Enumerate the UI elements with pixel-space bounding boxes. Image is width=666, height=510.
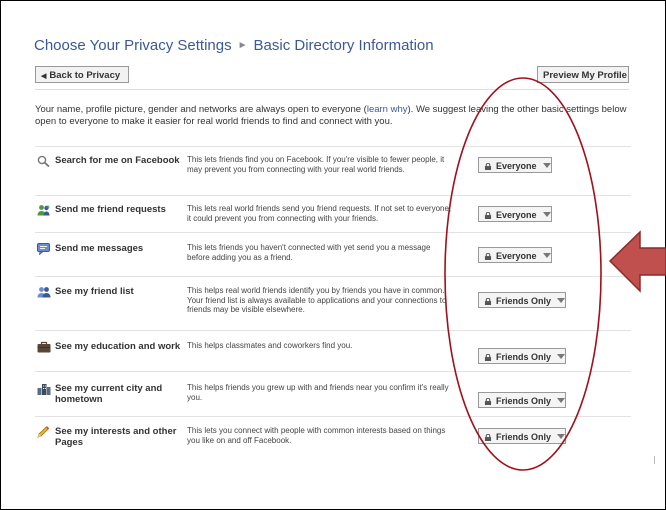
edge-mark [654,456,655,464]
annotation-arrow [608,230,666,293]
left-arrow-icon [608,230,666,293]
